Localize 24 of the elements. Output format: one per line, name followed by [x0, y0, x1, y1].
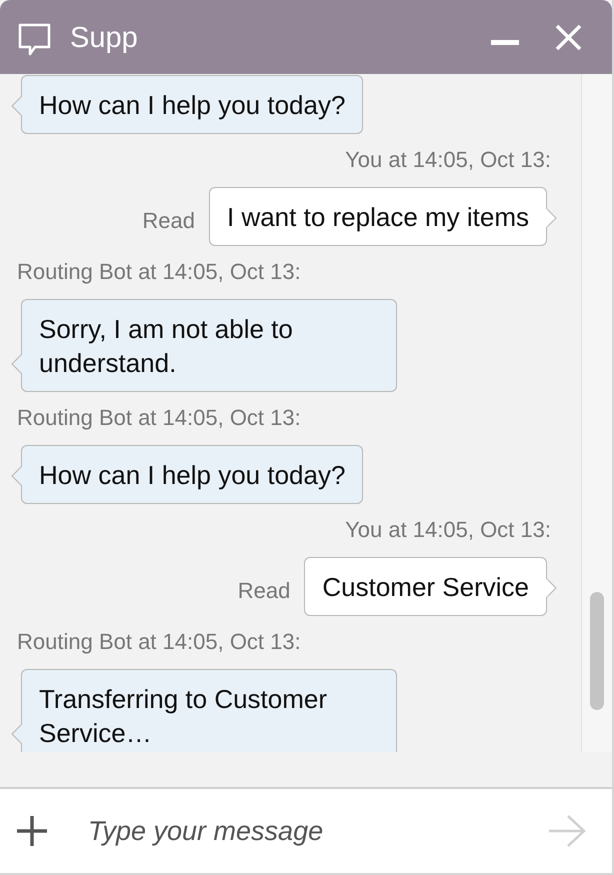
user-message-bubble: Customer Service	[304, 557, 547, 616]
message-timestamp: You at 14:05, Oct 13:	[344, 147, 551, 173]
close-button[interactable]	[555, 24, 582, 50]
bubble-pointer-icon	[546, 208, 557, 228]
minimize-button[interactable]	[491, 40, 519, 46]
message-input[interactable]: Type your message	[86, 814, 548, 848]
message-timestamp: Routing Bot at 14:05, Oct 13:	[17, 259, 302, 285]
message-timestamp: Routing Bot at 14:05, Oct 13:	[17, 629, 302, 655]
read-receipt: Read	[238, 578, 290, 604]
scrollbar-thumb[interactable]	[590, 592, 604, 710]
scrollbar-track[interactable]	[581, 74, 612, 752]
message-timestamp: You at 14:05, Oct 13:	[344, 517, 551, 543]
read-receipt: Read	[142, 208, 195, 234]
bubble-pointer-icon	[546, 578, 557, 598]
message-composer[interactable]: Type your message	[0, 789, 612, 873]
add-button[interactable]	[16, 815, 48, 847]
bot-message-bubble: How can I help you today?	[21, 445, 364, 504]
chat-bubble-icon	[18, 22, 51, 56]
bot-message-bubble: Sorry, I am not able to understand.	[21, 299, 397, 392]
message-timestamp: Routing Bot at 14:05, Oct 13:	[17, 405, 302, 431]
bot-message-bubble: Transferring to Customer Service…	[21, 669, 397, 752]
bot-message-bubble: How can I help you today?	[21, 75, 364, 134]
user-message-bubble: I want to replace my items	[209, 187, 547, 246]
window-title: Supp	[70, 22, 139, 55]
